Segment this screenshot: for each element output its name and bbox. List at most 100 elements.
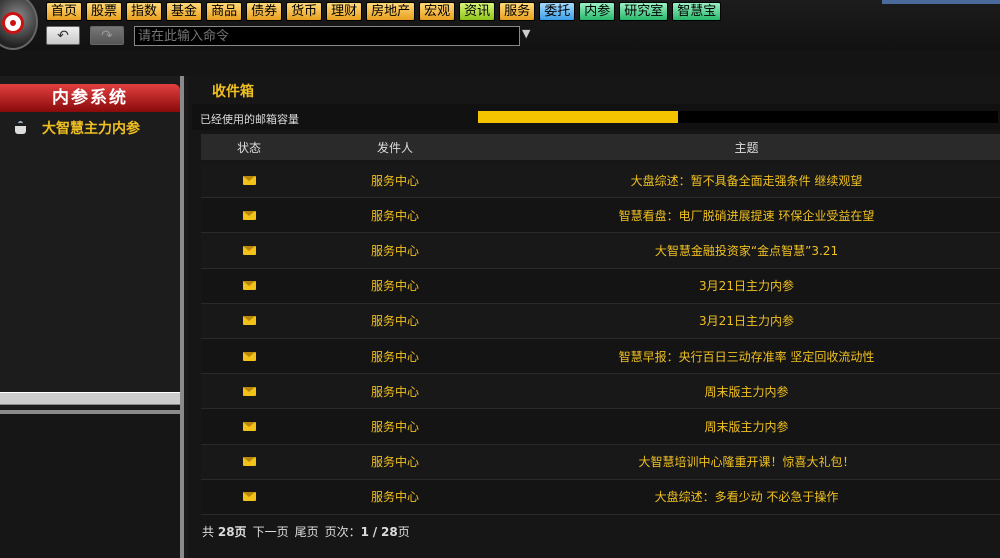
nav-button-14[interactable]: 研究室 (619, 2, 669, 21)
sender-cell[interactable]: 服务中心 (297, 383, 493, 400)
nav-button-2[interactable]: 指数 (126, 2, 163, 21)
message-row[interactable]: 服务中心 大智慧金融投资家“金点智慧”3.21 (201, 233, 1000, 269)
sidebar-scrollbar[interactable] (0, 392, 180, 405)
message-row[interactable]: 服务中心 3月21日主力内参 (201, 303, 1000, 339)
status-cell (201, 492, 297, 502)
envelope-icon (242, 175, 256, 185)
subject-link[interactable]: 周末版主力内参 (493, 418, 1000, 435)
sidebar-item-main-report[interactable]: 大智慧主力内参 (14, 118, 140, 138)
app-logo[interactable] (0, 0, 38, 50)
pagination: 共 28页 下一页 尾页 页次：1 / 28页 (202, 523, 410, 540)
message-row[interactable]: 服务中心 智慧早报：央行百日三动存准率 坚定回收流动性 (201, 338, 1000, 375)
nav-button-6[interactable]: 货币 (286, 2, 323, 21)
nav-button-7[interactable]: 理财 (326, 2, 363, 21)
sender-cell[interactable]: 服务中心 (297, 453, 493, 470)
nav-button-12[interactable]: 委托 (539, 2, 576, 21)
command-dropdown-icon[interactable]: ▼ (522, 27, 534, 45)
inbox-title: 收件箱 (212, 84, 254, 100)
nav-button-4[interactable]: 商品 (206, 2, 243, 21)
sidebar-header: 内参系统 (0, 84, 180, 112)
subject-link[interactable]: 智慧早报：央行百日三动存准率 坚定回收流动性 (493, 348, 1000, 365)
command-input[interactable] (134, 26, 520, 46)
pager-page-info: 页次：1 / 28页 (324, 525, 410, 539)
target-logo-icon (2, 12, 24, 34)
status-cell (201, 210, 297, 220)
inbox-panel: 收件箱 已经使用的邮箱容量 状态 发件人 主题 服务中心 大盘综述：暂不具备全面走… (188, 76, 1000, 558)
nav-button-1[interactable]: 股票 (86, 2, 123, 21)
sender-cell[interactable]: 服务中心 (297, 172, 493, 189)
coffee-cup-icon (14, 121, 28, 135)
back-button[interactable]: ↶ (46, 26, 80, 45)
sender-cell[interactable]: 服务中心 (297, 418, 493, 435)
column-header-subject[interactable]: 主题 (493, 139, 1000, 156)
nav-button-8[interactable]: 房地产 (366, 2, 416, 21)
nav-button-11[interactable]: 服务 (499, 2, 536, 21)
envelope-icon (242, 386, 256, 396)
message-row[interactable]: 服务中心 大盘综述：多看少动 不必急于操作 (201, 479, 1000, 515)
subject-link[interactable]: 周末版主力内参 (493, 383, 1000, 400)
subject-link[interactable]: 大盘综述：多看少动 不必急于操作 (493, 488, 1000, 505)
message-row[interactable]: 服务中心 周末版主力内参 (201, 374, 1000, 410)
nav-button-5[interactable]: 债券 (246, 2, 283, 21)
envelope-icon (242, 281, 256, 291)
nav-button-0[interactable]: 首页 (46, 2, 83, 21)
column-header-status[interactable]: 状态 (201, 139, 297, 156)
table-header: 状态 发件人 主题 (201, 134, 1000, 160)
message-row[interactable]: 服务中心 大智慧培训中心隆重开课！惊喜大礼包！ (201, 444, 1000, 480)
envelope-icon (242, 210, 256, 220)
sender-cell[interactable]: 服务中心 (297, 348, 493, 365)
subject-link[interactable]: 3月21日主力内参 (493, 277, 1000, 294)
message-row[interactable]: 服务中心 智慧看盘：电厂脱硝进展提速 环保企业受益在望 (201, 198, 1000, 234)
status-cell (201, 316, 297, 326)
sidebar-lower-panel (0, 410, 180, 558)
back-arrow-icon: ↶ (57, 27, 69, 44)
subject-link[interactable]: 大智慧培训中心隆重开课！惊喜大礼包！ (493, 453, 1000, 470)
quota-bar-fill (478, 111, 679, 123)
pager-last-link[interactable]: 尾页 (295, 523, 319, 540)
message-row[interactable]: 服务中心 周末版主力内参 (201, 409, 1000, 445)
status-cell (201, 175, 297, 185)
status-cell (201, 386, 297, 396)
message-row[interactable]: 服务中心 3月21日主力内参 (201, 268, 1000, 304)
sender-cell[interactable]: 服务中心 (297, 242, 493, 259)
subject-link[interactable]: 智慧看盘：电厂脱硝进展提速 环保企业受益在望 (493, 207, 1000, 224)
sender-cell[interactable]: 服务中心 (297, 312, 493, 329)
sidebar-item-label: 大智慧主力内参 (42, 121, 140, 137)
forward-button[interactable]: ↷ (90, 26, 124, 45)
pager-next-link[interactable]: 下一页 (253, 523, 289, 540)
subject-link[interactable]: 3月21日主力内参 (493, 312, 1000, 329)
message-list: 服务中心 大盘综述：暂不具备全面走强条件 继续观望 服务中心 智慧看盘：电厂脱硝进展提… (201, 163, 1000, 515)
status-cell (201, 351, 297, 361)
envelope-icon (242, 457, 256, 467)
nav-button-15[interactable]: 智慧宝 (672, 2, 722, 21)
window-edge-strip (882, 0, 1000, 4)
sender-cell[interactable]: 服务中心 (297, 207, 493, 224)
envelope-icon (242, 351, 256, 361)
quota-label: 已经使用的邮箱容量 (200, 113, 299, 126)
forward-arrow-icon: ↷ (101, 27, 113, 44)
subject-link[interactable]: 大智慧金融投资家“金点智慧”3.21 (493, 242, 1000, 259)
sender-cell[interactable]: 服务中心 (297, 277, 493, 294)
column-header-sender[interactable]: 发件人 (297, 139, 493, 156)
status-cell (201, 281, 297, 291)
envelope-icon (242, 245, 256, 255)
status-cell (201, 421, 297, 431)
subject-link[interactable]: 大盘综述：暂不具备全面走强条件 继续观望 (493, 172, 1000, 189)
envelope-icon (242, 316, 256, 326)
nav-button-9[interactable]: 宏观 (419, 2, 456, 21)
nav-button-3[interactable]: 基金 (166, 2, 203, 21)
pager-total: 共 28页 (202, 525, 247, 539)
status-cell (201, 457, 297, 467)
main-nav: 首页 股票 指数 基金 商品 债券 货币 理财 房地产 宏观 资讯 服务 委托 内参 研究室 智慧宝 (46, 2, 722, 22)
envelope-icon (242, 421, 256, 431)
quota-bar (478, 111, 998, 123)
sender-cell[interactable]: 服务中心 (297, 488, 493, 505)
top-toolbar: 首页 股票 指数 基金 商品 债券 货币 理财 房地产 宏观 资讯 服务 委托 内参 研究室 智慧宝 ↶ ↷ … (0, 0, 1000, 50)
message-row[interactable]: 服务中心 大盘综述：暂不具备全面走强条件 继续观望 (201, 163, 1000, 199)
nav-button-13[interactable]: 内参 (579, 2, 616, 21)
sidebar: 内参系统 大智慧主力内参 (0, 76, 184, 558)
status-cell (201, 245, 297, 255)
nav-button-10[interactable]: 资讯 (459, 2, 496, 21)
mailbox-quota: 已经使用的邮箱容量 (192, 104, 1000, 130)
envelope-icon (242, 492, 256, 502)
